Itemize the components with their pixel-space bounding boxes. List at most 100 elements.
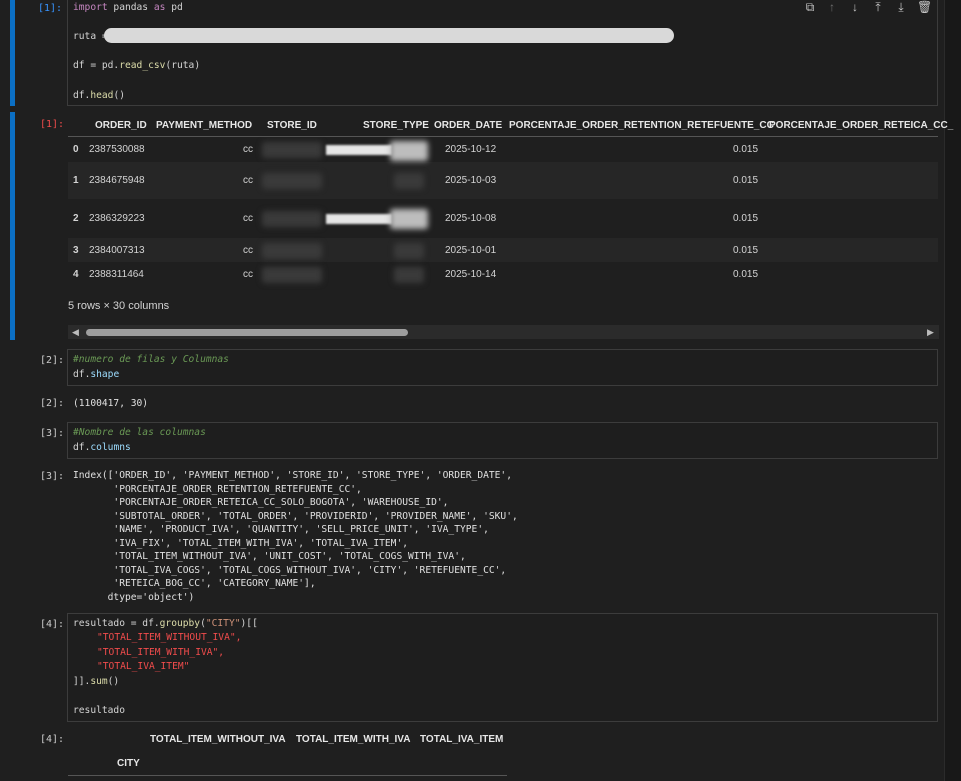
col-header: PORCENTAJE_ORDER_RETEICA_CC_ xyxy=(769,120,954,131)
code-comment: #Nombre de las columnas xyxy=(73,427,206,438)
cell-order-date: 2025-10-01 xyxy=(445,245,497,256)
code-line: df.shape xyxy=(73,369,120,380)
output-3-line: 'TOTAL_IVA_COGS', 'TOTAL_COGS_WITHOUT_IV… xyxy=(73,564,507,576)
code-line-4: df.head() xyxy=(73,90,125,101)
cell-order-date: 2025-10-12 xyxy=(445,144,497,155)
cell-retention: 0.015 xyxy=(733,213,759,224)
cell-1-editor[interactable]: ⧉ ↑ ↓ ⤒ ⤓ 🗑 xyxy=(67,0,938,106)
dataframe-summary: 5 rows × 30 columns xyxy=(68,300,170,312)
cell-order-date: 2025-10-03 xyxy=(445,175,497,186)
redacted-store-id xyxy=(262,142,322,158)
cell-retention: 0.015 xyxy=(733,245,759,256)
move-up-icon[interactable]: ↑ xyxy=(825,0,839,14)
cell-1-prompt: [1]: xyxy=(38,3,63,14)
output-3-line: 'PORCENTAJE_ORDER_RETENTION_RETEFUENTE_C… xyxy=(73,483,362,495)
col-header: STORE_ID xyxy=(267,120,317,131)
cell-payment: cc xyxy=(243,245,253,256)
col-header: PAYMENT_METHOD xyxy=(156,120,253,131)
redacted-store-type xyxy=(390,209,428,229)
row-bg xyxy=(68,238,938,262)
cell-4-editor[interactable] xyxy=(67,613,938,722)
code-string: "TOTAL_ITEM_WITH_IVA", xyxy=(97,647,225,658)
header-divider xyxy=(68,775,507,776)
code-comment: #numero de filas y Columnas xyxy=(73,354,229,365)
code-function: groupby xyxy=(159,618,201,629)
code-token: ]]. xyxy=(73,676,91,687)
output-3-line: Index(['ORDER_ID', 'PAYMENT_METHOD', 'ST… xyxy=(73,470,512,481)
code-token: () xyxy=(107,676,120,687)
redacted-store-type xyxy=(394,243,424,259)
output-3-line: 'NAME', 'PRODUCT_IVA', 'QUANTITY', 'SELL… xyxy=(73,524,489,535)
output-3-prompt: [3]: xyxy=(40,471,65,482)
redacted-store-id xyxy=(262,267,322,283)
output-3-line: 'RETEICA_BOG_CC', 'CATEGORY_NAME'], xyxy=(73,578,316,589)
cell-2-prompt: [2]: xyxy=(40,355,65,366)
redacted-store-type xyxy=(390,141,428,161)
output-selection-bar xyxy=(10,112,15,340)
redacted-store-type xyxy=(326,145,392,155)
cell-order-id: 2384007313 xyxy=(89,245,145,256)
code-token: resultado = df. xyxy=(73,618,160,629)
redacted-store-type xyxy=(394,267,424,283)
copy-icon[interactable]: ⧉ xyxy=(803,0,817,14)
output-3-line: dtype='object') xyxy=(73,591,195,603)
row-index: 4 xyxy=(73,269,79,280)
cell-order-date: 2025-10-14 xyxy=(445,269,497,280)
cell-order-id: 2387530088 xyxy=(89,144,145,155)
output-3-line: 'SUBTOTAL_ORDER', 'TOTAL_ORDER', 'PROVID… xyxy=(73,510,518,522)
cell-3-prompt: [3]: xyxy=(40,428,65,439)
code-token: )[[ xyxy=(240,618,258,629)
cell-order-id: 2384675948 xyxy=(89,175,145,186)
code-line: resultado = df.groupby("CITY")[[ xyxy=(73,618,258,629)
col-header: ORDER_ID xyxy=(95,120,147,131)
move-down-icon[interactable]: ↓ xyxy=(848,0,862,14)
code-line-3: df = pd.read_csv(ruta) xyxy=(73,60,201,71)
output-3-line: 'IVA_FIX', 'TOTAL_ITEM_WITH_IVA', 'TOTAL… xyxy=(73,537,409,549)
insert-above-icon[interactable]: ⤒ xyxy=(871,0,885,14)
scroll-right-icon[interactable]: ▶ xyxy=(927,327,934,338)
redacted-store-type xyxy=(326,214,392,224)
code-line: resultado xyxy=(73,705,125,716)
cell-payment: cc xyxy=(243,213,253,224)
cell-payment: cc xyxy=(243,269,253,280)
code-string: "TOTAL_ITEM_WITHOUT_IVA", xyxy=(97,632,242,643)
cell-retention: 0.015 xyxy=(733,144,759,155)
output-1-prompt: [1]: xyxy=(40,119,65,130)
code-line-2: ruta = xyxy=(73,31,108,42)
output-4-prompt: [4]: xyxy=(40,734,65,745)
col-header: STORE_TYPE xyxy=(363,120,429,131)
code-object: df xyxy=(73,442,85,453)
row-index: 1 xyxy=(73,175,79,186)
output-2-prompt: [2]: xyxy=(40,398,65,409)
vertical-scrollbar[interactable] xyxy=(944,0,961,781)
redacted-path xyxy=(104,28,674,43)
cell-order-id: 2386329223 xyxy=(89,213,145,224)
col-header: TOTAL_IVA_ITEM xyxy=(420,734,504,745)
code-line-1: import pandas as pd xyxy=(73,2,183,13)
header-divider xyxy=(68,136,938,137)
col-header: TOTAL_ITEM_WITHOUT_IVA xyxy=(150,734,286,745)
code-attribute: columns xyxy=(90,442,131,453)
cell-order-id: 2388311464 xyxy=(89,269,144,280)
output-3-line: 'TOTAL_ITEM_WITHOUT_IVA', 'UNIT_COST', '… xyxy=(73,551,466,562)
output-2-text: (1100417, 30) xyxy=(73,398,149,409)
cell-payment: cc xyxy=(243,144,253,155)
row-bg xyxy=(68,162,938,199)
row-index: 0 xyxy=(73,144,79,155)
cell-payment: cc xyxy=(243,175,253,186)
index-name: CITY xyxy=(117,758,140,769)
redacted-store-id xyxy=(262,243,322,259)
code-object: df xyxy=(73,369,85,380)
cell-4-prompt: [4]: xyxy=(40,619,65,630)
cell-retention: 0.015 xyxy=(733,175,759,186)
scroll-left-icon[interactable]: ◀ xyxy=(72,327,79,338)
output-3-line: 'PORCENTAJE_ORDER_RETEICA_CC_SOLO_BOGOTA… xyxy=(73,497,449,508)
scrollbar-thumb[interactable] xyxy=(86,329,408,336)
cell-selection-bar xyxy=(10,0,15,106)
row-index: 3 xyxy=(73,245,79,256)
col-header: ORDER_DATE xyxy=(434,120,503,131)
redacted-store-type xyxy=(394,173,424,189)
redacted-store-id xyxy=(262,173,322,189)
insert-below-icon[interactable]: ⤓ xyxy=(894,0,908,14)
delete-icon[interactable]: 🗑 xyxy=(917,0,932,14)
